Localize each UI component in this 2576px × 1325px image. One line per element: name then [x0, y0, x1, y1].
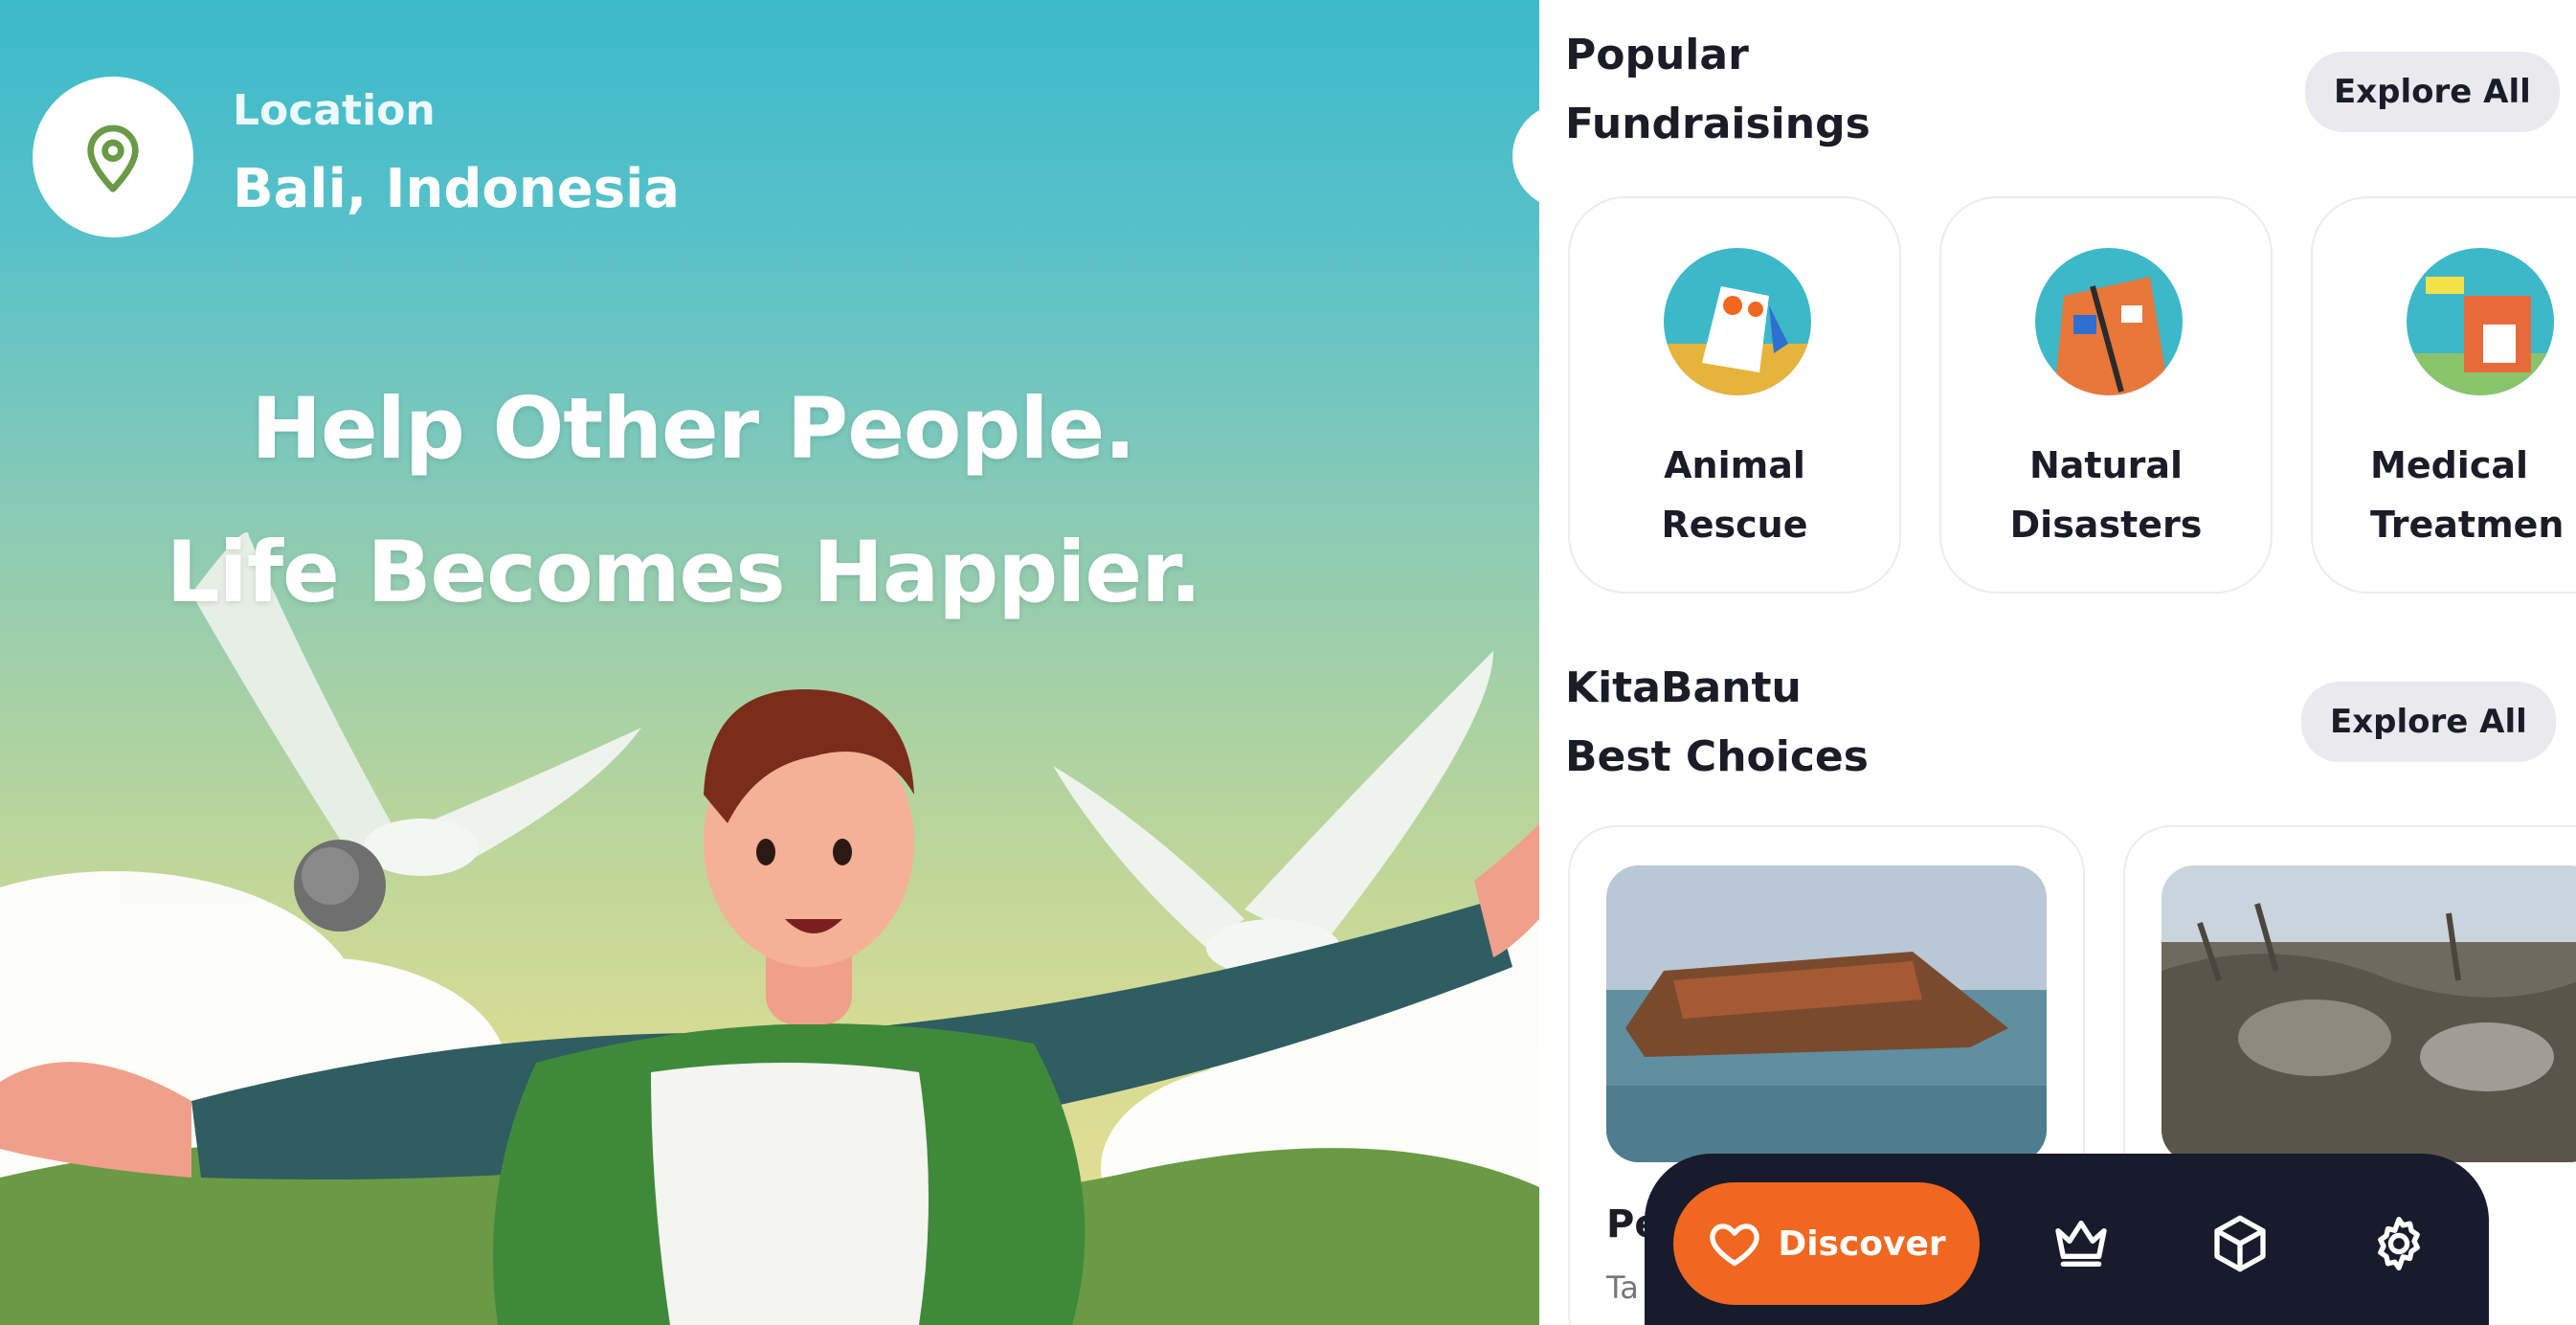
- natural-disasters-icon: [2035, 248, 2183, 395]
- location-badge[interactable]: [33, 77, 193, 237]
- category-label: Natural Disasters: [2009, 444, 2203, 546]
- best-title-line2: Best Choices: [1565, 732, 1869, 781]
- hero-illustration: [0, 532, 1539, 1325]
- gear-icon[interactable]: [2368, 1213, 2430, 1274]
- best-title-line1: KitaBantu: [1565, 663, 1802, 712]
- popular-title: Popular Fundraisings: [1565, 21, 1870, 159]
- best-explore-all-button[interactable]: Explore All: [2301, 682, 2556, 762]
- category-card-medical-treatment[interactable]: Medical Treatmen: [2311, 196, 2576, 594]
- discover-label: Discover: [1778, 1224, 1946, 1264]
- category-label: Medical Treatmen: [2370, 444, 2565, 546]
- heart-icon: [1710, 1224, 1759, 1267]
- location-label: Location: [233, 86, 436, 135]
- shipwreck-photo: [1606, 865, 2047, 1162]
- popular-explore-all-button[interactable]: Explore All: [2305, 52, 2560, 132]
- hero-headline-line2: Life Becomes Happier.: [166, 523, 1202, 621]
- category-card-animal-rescue[interactable]: Animal Rescue: [1568, 196, 1901, 594]
- best-choices-title: KitaBantu Best Choices: [1565, 654, 1869, 792]
- crown-icon[interactable]: [2050, 1213, 2112, 1274]
- category-label: Animal Rescue: [1661, 444, 1808, 546]
- map-pin-icon: [87, 124, 139, 192]
- medical-treatment-icon: [2407, 248, 2554, 395]
- app-panel: Popular Fundraisings Explore All Animal …: [1539, 0, 2576, 1325]
- hero-banner: Location Bali, Indonesia Help Other Peop…: [0, 0, 1539, 1325]
- category-card-natural-disasters[interactable]: Natural Disasters: [1939, 196, 2273, 594]
- animal-rescue-icon: [1664, 248, 1811, 395]
- choice-subtitle: Ta: [1606, 1269, 1639, 1306]
- bottom-nav-bar: Discover: [1645, 1154, 2489, 1325]
- location-value: Bali, Indonesia: [233, 158, 681, 220]
- disaster-debris-photo: [2162, 865, 2576, 1162]
- popular-title-line2: Fundraisings: [1565, 100, 1870, 148]
- discover-button[interactable]: Discover: [1673, 1182, 1980, 1305]
- box-icon[interactable]: [2209, 1213, 2271, 1274]
- popular-title-line1: Popular: [1565, 31, 1749, 79]
- hero-headline-line1: Help Other People.: [251, 379, 1135, 478]
